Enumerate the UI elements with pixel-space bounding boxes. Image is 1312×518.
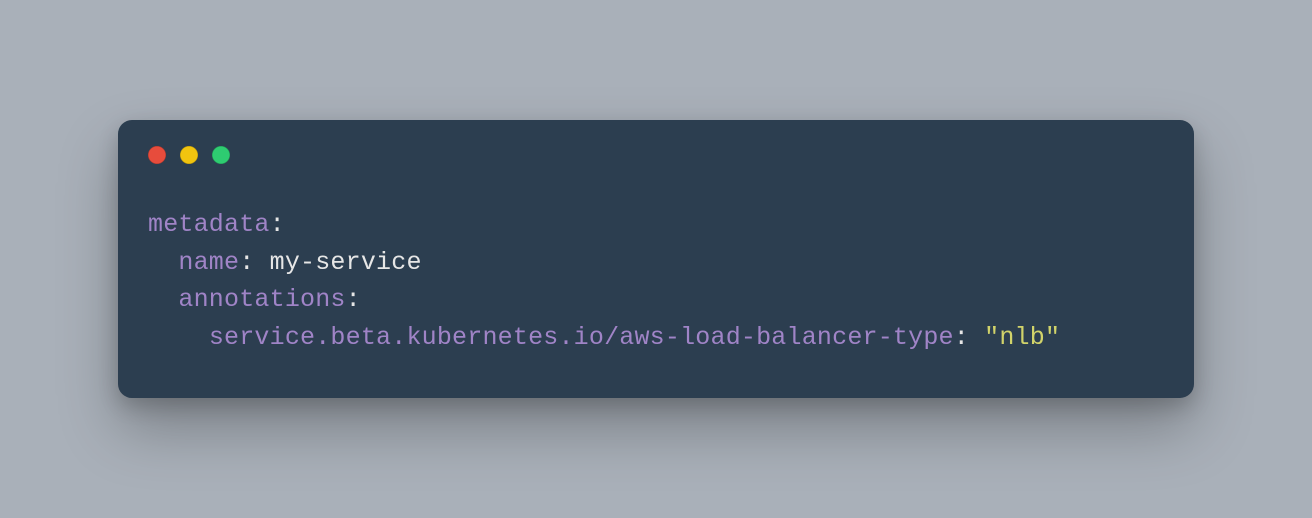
indent [148, 285, 178, 314]
code-window: metadata: name: my-service annotations: … [118, 120, 1194, 398]
code-block: metadata: name: my-service annotations: … [118, 164, 1194, 356]
colon: : [346, 285, 361, 314]
indent [148, 323, 209, 352]
yaml-key: metadata [148, 210, 270, 239]
window-titlebar [118, 120, 1194, 164]
colon: : [239, 248, 254, 277]
minimize-icon[interactable] [180, 146, 198, 164]
close-icon[interactable] [148, 146, 166, 164]
colon: : [270, 210, 285, 239]
indent [148, 248, 178, 277]
yaml-string: "nlb" [984, 323, 1060, 352]
yaml-key: annotations [178, 285, 345, 314]
colon: : [954, 323, 969, 352]
yaml-key: name [178, 248, 239, 277]
yaml-key: service.beta.kubernetes.io/aws-load-bala… [209, 323, 954, 352]
maximize-icon[interactable] [212, 146, 230, 164]
yaml-value: my-service [270, 248, 422, 277]
